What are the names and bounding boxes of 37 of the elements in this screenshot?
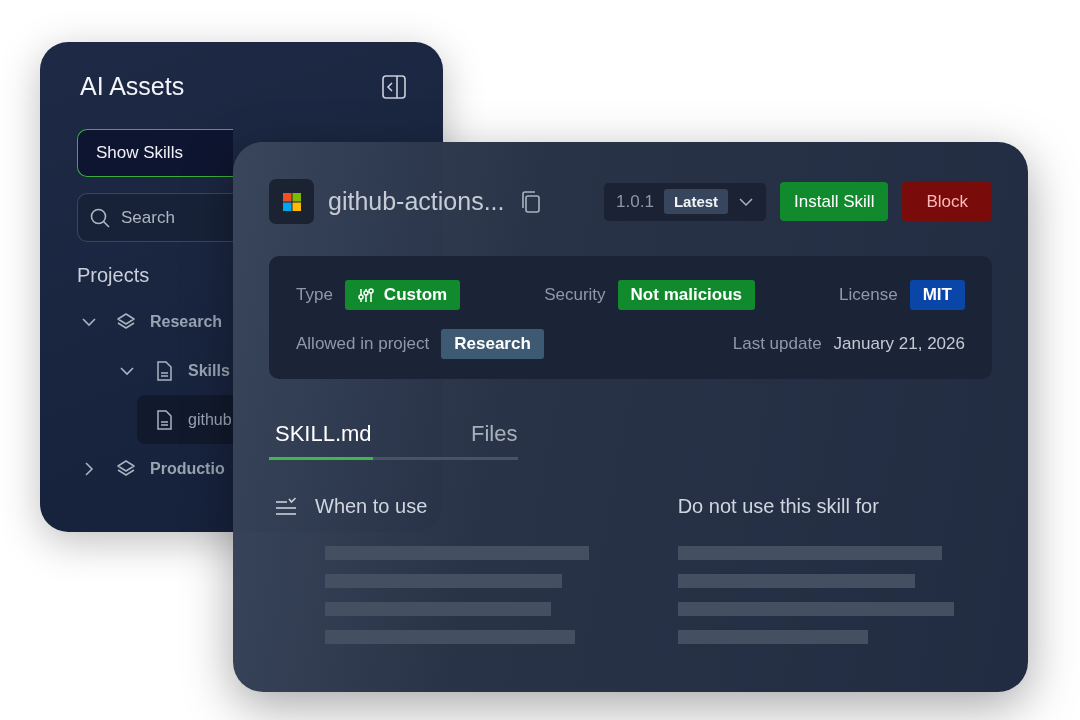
tree-item[interactable]: Skills bbox=[77, 346, 233, 395]
section-title: Do not use this skill for bbox=[677, 494, 879, 518]
layers-icon bbox=[116, 311, 136, 332]
sidebar-title: AI Assets bbox=[80, 72, 185, 101]
version-selector[interactable]: 1.0.1 Latest bbox=[604, 182, 767, 221]
badge: Research bbox=[441, 329, 544, 359]
tree-item[interactable]: Productio bbox=[77, 444, 233, 493]
skill-name: github-actions... bbox=[328, 187, 505, 216]
layers-icon bbox=[116, 458, 136, 479]
field-label: Last update bbox=[732, 334, 822, 354]
tab[interactable]: Files bbox=[373, 421, 518, 460]
field-label: Security bbox=[544, 285, 606, 305]
field-label: Type bbox=[296, 285, 333, 305]
document-icon bbox=[154, 409, 174, 430]
copy-icon[interactable] bbox=[520, 190, 541, 213]
field-label: Allowed in project bbox=[296, 334, 430, 354]
block-button[interactable]: Block bbox=[902, 182, 992, 221]
search-icon bbox=[90, 208, 110, 228]
version-number: 1.0.1 bbox=[616, 191, 654, 212]
document-icon bbox=[154, 360, 174, 381]
section-title: When to use bbox=[315, 494, 428, 518]
field-value: January 21, 2026 bbox=[833, 334, 965, 354]
badge: Not malicious bbox=[617, 280, 756, 310]
badge: MIT bbox=[909, 280, 965, 310]
search-field[interactable]: Search bbox=[77, 193, 233, 242]
badge: Custom bbox=[344, 280, 461, 310]
tree-item[interactable]: github bbox=[137, 395, 233, 444]
section-heading: Projects bbox=[77, 264, 151, 287]
collapse-sidebar-icon[interactable] bbox=[382, 74, 406, 99]
tab[interactable]: SKILL.md bbox=[269, 421, 373, 460]
version-tag: Latest bbox=[663, 189, 729, 214]
checklist-icon bbox=[275, 497, 297, 515]
logo-icon bbox=[269, 179, 314, 224]
install-button[interactable]: Install Skill bbox=[780, 182, 889, 221]
field-label: License bbox=[839, 285, 898, 305]
filter-dropdown[interactable]: Show Skills bbox=[77, 129, 233, 177]
tree-item[interactable]: Research bbox=[77, 297, 233, 346]
